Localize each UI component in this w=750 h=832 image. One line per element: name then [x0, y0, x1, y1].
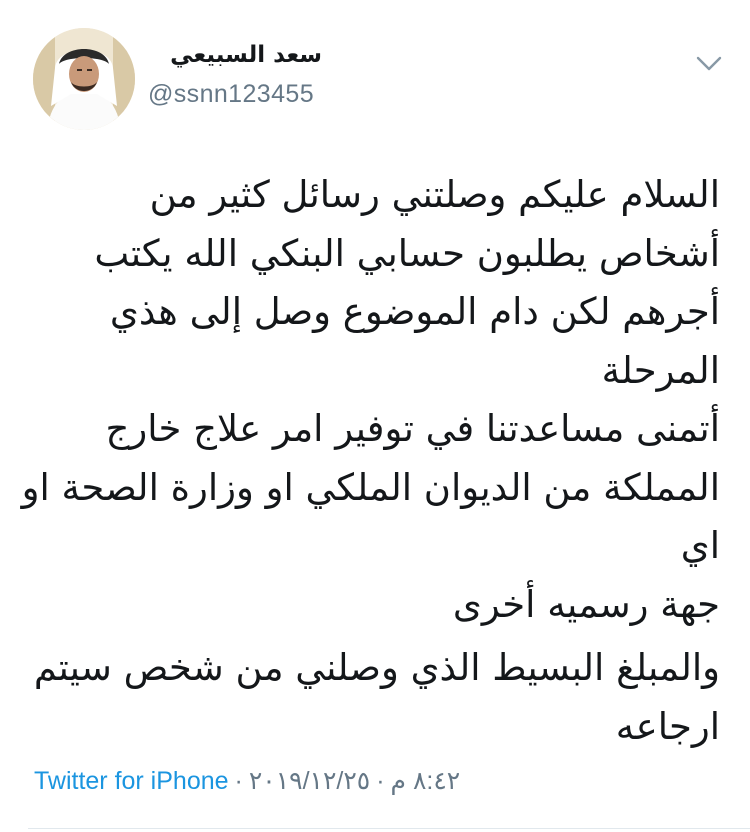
- separator: ·: [376, 767, 385, 795]
- tweet-paragraph: والمبلغ البسيط الذي وصلني من شخص سيتم ار…: [20, 639, 720, 756]
- tweet-line: جهة رسميه أخرى: [452, 582, 720, 626]
- avatar[interactable]: [33, 28, 135, 130]
- tweet-paragraph: السلام عليكم وصلتني رسائل كثير من أشخاص …: [20, 166, 720, 634]
- tweet-meta: Twitter for iPhone · ٢٠١٩/١٢/٢٥ · ٨:٤٢ م: [34, 766, 460, 796]
- tweet-line: السلام عليكم وصلتني رسائل كثير من: [149, 173, 720, 216]
- author-handle[interactable]: @ssnn123455: [148, 80, 314, 109]
- tweet-line: والمبلغ البسيط الذي وصلني من شخص سيتم: [33, 646, 720, 689]
- tweet-line: أجرهم لكن دام الموضوع وصل إلى هذي المرحل…: [109, 290, 720, 392]
- tweet-card: سعد السبيعي @ssnn123455 السلام عليكم وصل…: [0, 0, 750, 832]
- tweet-line: أشخاص يطلبون حسابي البنكي الله يكتب: [94, 231, 720, 275]
- author-name[interactable]: سعد السبيعي: [170, 42, 322, 68]
- tweet-line: أتمنى مساعدتنا في توفير امر علاج خارج: [105, 407, 720, 450]
- divider: [28, 828, 750, 829]
- tweet-text: السلام عليكم وصلتني رسائل كثير من أشخاص …: [20, 166, 720, 756]
- chevron-down-icon[interactable]: [694, 50, 724, 76]
- tweet-line: ارجاعه: [615, 704, 720, 748]
- separator: ·: [234, 767, 243, 795]
- source-link[interactable]: Twitter for iPhone: [34, 767, 229, 795]
- tweet-line: المملكة من الديوان الملكي او وزارة الصحة…: [21, 465, 720, 568]
- avatar-photo: [33, 28, 135, 130]
- tweet-time[interactable]: ٨:٤٢ م: [391, 767, 461, 795]
- tweet-date[interactable]: ٢٠١٩/١٢/٢٥: [249, 767, 370, 795]
